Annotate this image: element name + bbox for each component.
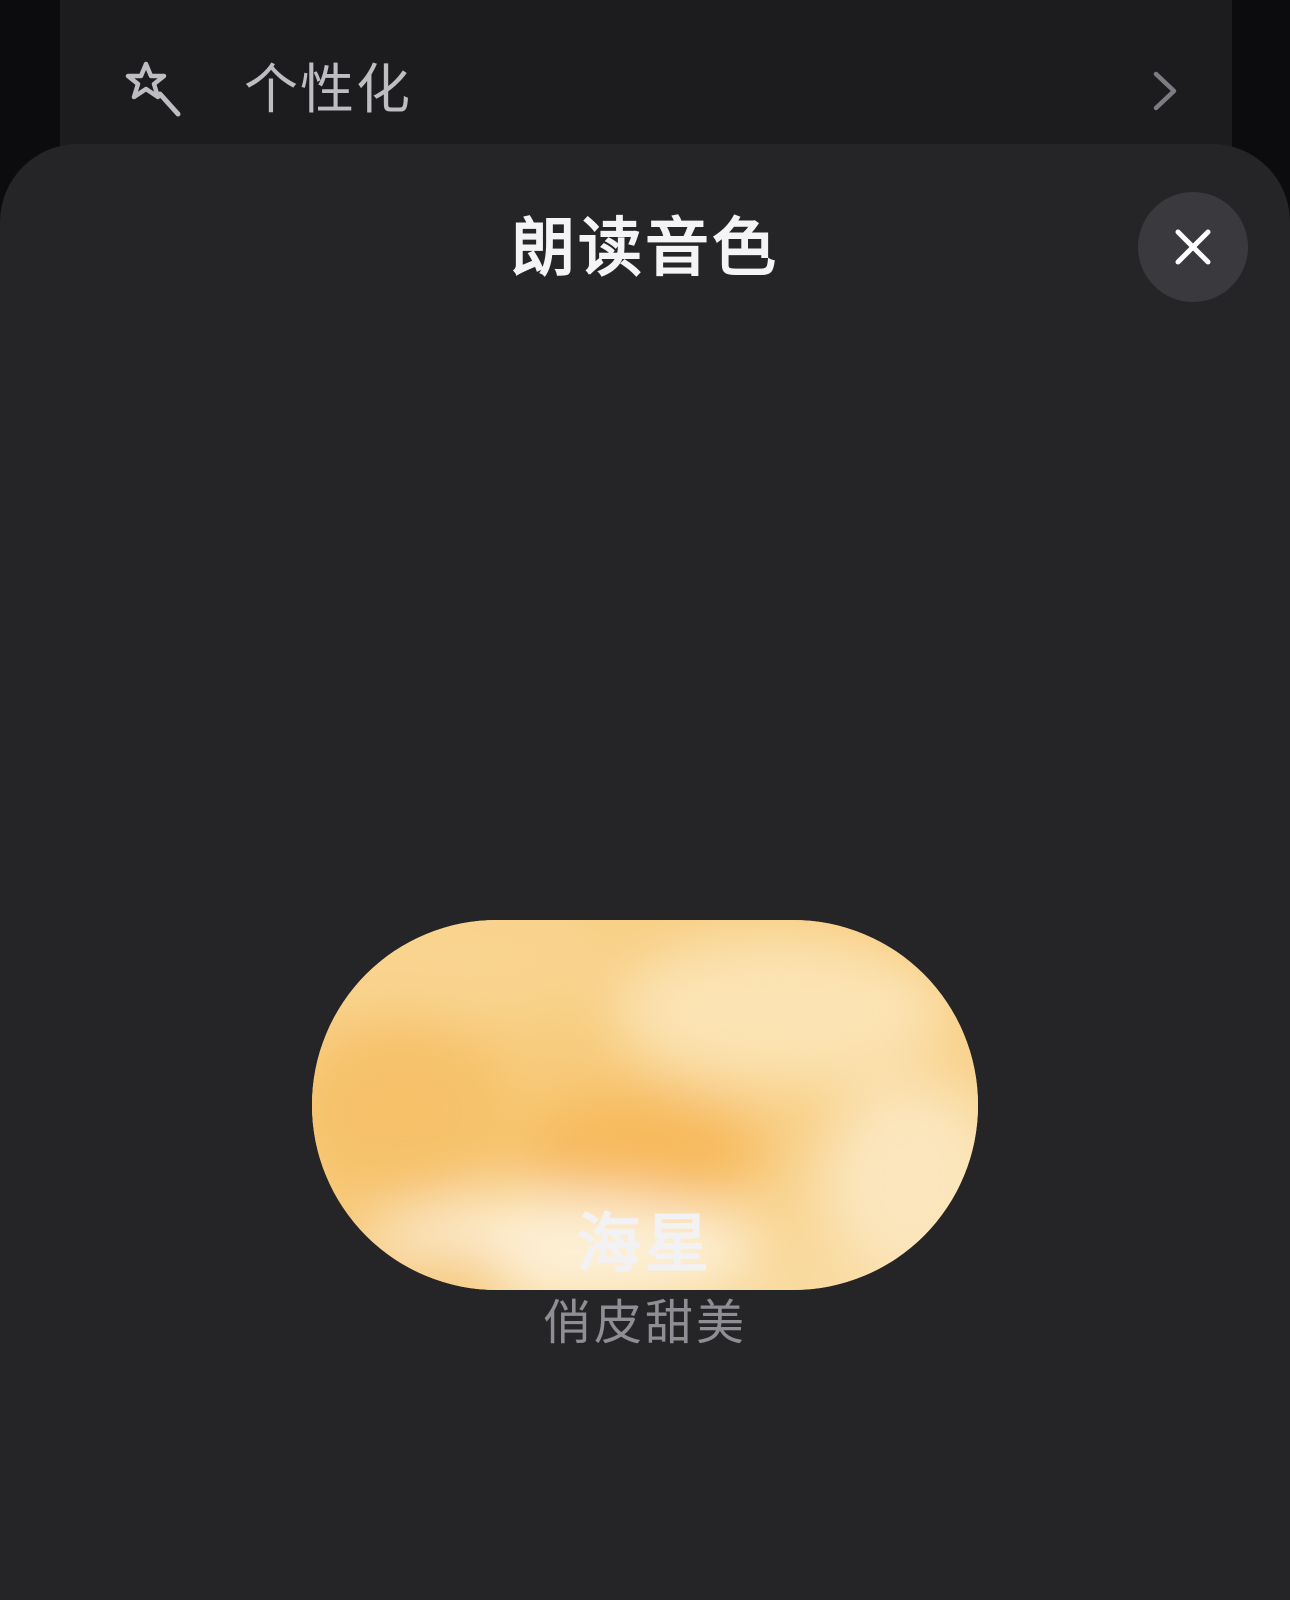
close-button[interactable]	[1138, 192, 1248, 302]
sheet-title: 朗读音色	[511, 212, 779, 286]
app-screen: 个性化 朗读音色 海星 俏皮甜美	[0, 0, 1290, 1600]
settings-row-personalization[interactable]: 个性化	[60, 40, 1232, 140]
voice-name: 海星	[577, 1208, 713, 1282]
close-icon	[1172, 226, 1214, 268]
voice-description: 俏皮甜美	[542, 1295, 747, 1351]
settings-row-label: 个性化	[244, 58, 412, 121]
voice-picker-sheet: 朗读音色	[0, 144, 1290, 1600]
sparkle-magnifier-icon	[122, 58, 186, 122]
chevron-right-icon	[1148, 68, 1182, 114]
